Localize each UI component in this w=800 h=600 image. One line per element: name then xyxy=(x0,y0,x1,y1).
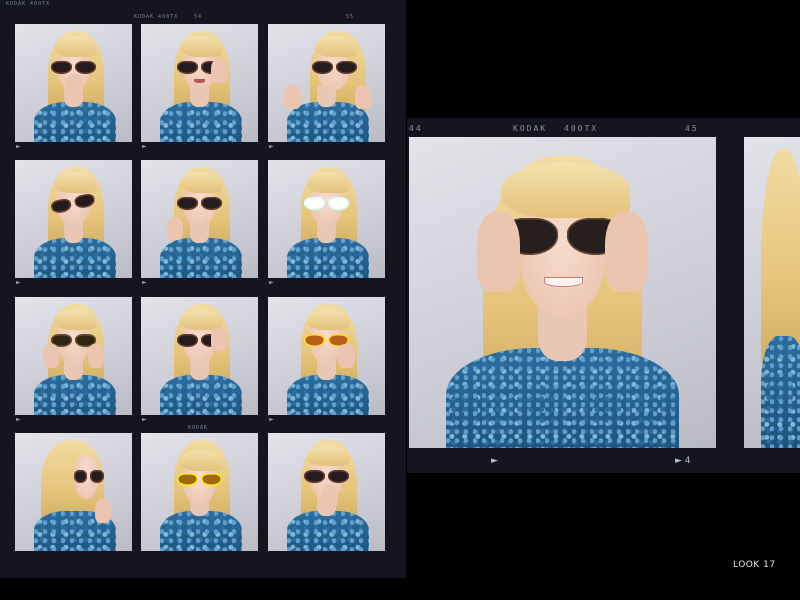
frame-number: 55 xyxy=(346,14,355,20)
frame-marker: ► xyxy=(16,279,21,286)
sunglasses-icon xyxy=(177,196,223,210)
frame-marker: ► xyxy=(142,143,147,150)
row-edge: KODAK 400TX 54 55 xyxy=(6,13,398,22)
edge-text: KODAK xyxy=(188,425,209,431)
frame-number: 54 xyxy=(194,14,203,20)
photo-frame xyxy=(15,24,132,142)
sunglasses-icon xyxy=(51,60,97,74)
sunglasses-icon xyxy=(304,196,350,210)
strip-brand: KODAK xyxy=(513,124,548,133)
photo-frame xyxy=(141,160,258,278)
look-label: LOOK 17 xyxy=(733,560,776,570)
strip-marker: ► xyxy=(491,456,498,466)
frame-marker: ► xyxy=(269,279,274,286)
sunglasses-icon xyxy=(312,60,358,74)
edge-text: KODAK 400TX xyxy=(134,14,179,20)
edge-code: KODAK 400TX xyxy=(6,1,51,7)
sunglasses-icon xyxy=(304,469,350,483)
photo-frame xyxy=(141,433,258,551)
contact-sheet: KODAK 400TX KODAK 400TX 54 55 ► ► ► ► ► … xyxy=(0,0,406,578)
photo-frame xyxy=(15,297,132,415)
photo-frame xyxy=(15,160,132,278)
sunglasses-icon xyxy=(51,333,97,347)
sunglasses-icon xyxy=(73,469,105,483)
large-photo-partial xyxy=(744,137,800,448)
strip-frame-number: 45 xyxy=(685,124,699,133)
photo-frame xyxy=(268,297,385,415)
photo-frame xyxy=(141,297,258,415)
sunglasses-icon xyxy=(177,473,223,487)
strip-marker: ► 4 xyxy=(675,456,691,466)
frame-marker: ► xyxy=(16,143,21,150)
enlarged-film-strip: 44 KODAK 400TX 45 ► ► 4 xyxy=(407,118,800,473)
frame-marker: ► xyxy=(142,279,147,286)
photo-frame xyxy=(268,160,385,278)
frame-marker: ► xyxy=(269,416,274,423)
frame-marker: ► xyxy=(269,143,274,150)
photo-frame xyxy=(15,433,132,551)
large-photo xyxy=(409,137,716,448)
frame-marker: ► xyxy=(142,416,147,423)
photo-frame xyxy=(268,433,385,551)
photo-frame xyxy=(141,24,258,142)
sheet-top-edge: KODAK 400TX xyxy=(6,0,398,9)
strip-frame-number: 44 xyxy=(409,124,423,133)
photo-frame xyxy=(268,24,385,142)
row-edge: KODAK xyxy=(6,424,398,433)
frame-marker: ► xyxy=(16,416,21,423)
strip-film: 400TX xyxy=(564,124,599,133)
